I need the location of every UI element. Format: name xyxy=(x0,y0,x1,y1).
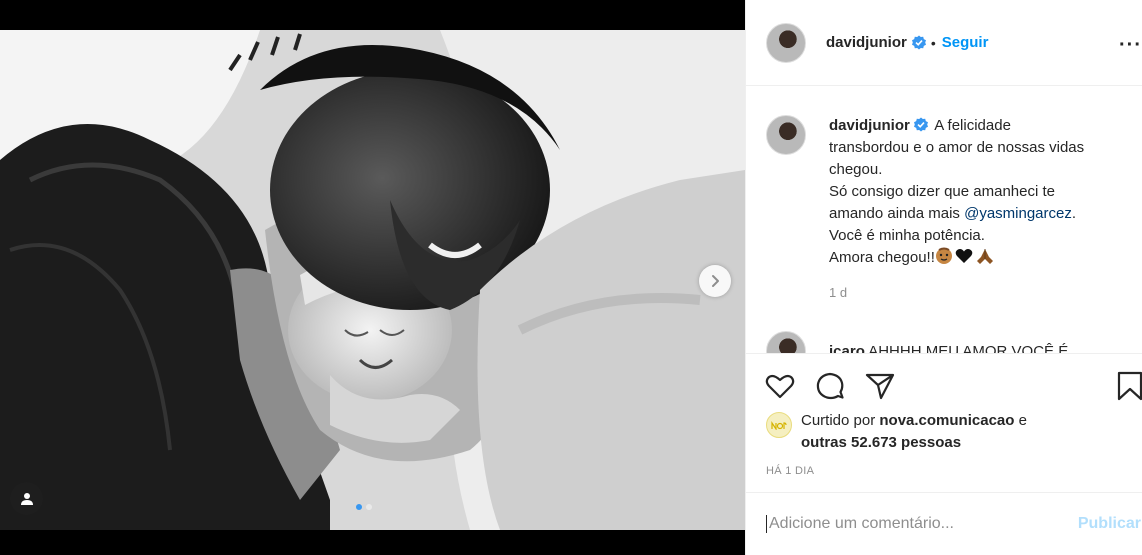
more-options-icon[interactable]: ··· xyxy=(1119,34,1142,57)
likes-text: Curtido por nova.comunicacao e outras 52… xyxy=(801,410,1027,454)
caption: davidjunior A felicidade transbordou e o… xyxy=(746,87,1142,304)
liker-logo-icon xyxy=(771,421,787,430)
post-header: davidjunior • Seguir ··· xyxy=(746,0,1142,86)
bookmark-icon[interactable] xyxy=(1114,370,1142,402)
black-heart-emoji-icon xyxy=(955,249,973,263)
mention-link[interactable]: @yasmingarcez xyxy=(964,205,1072,222)
caption-text: Amora chegou!! xyxy=(829,249,935,266)
carousel-dot xyxy=(366,504,372,510)
likes-prefix: Curtido por xyxy=(801,412,876,429)
verified-badge-icon xyxy=(911,35,926,49)
baby-emoji-icon xyxy=(935,247,952,264)
commenter-username[interactable]: icaro xyxy=(829,343,865,354)
liker-username[interactable]: nova.comunicacao xyxy=(879,412,1014,429)
comment-form: Publicar xyxy=(746,492,1142,555)
commenter-avatar[interactable] xyxy=(766,331,806,353)
caption-line: chegou. xyxy=(829,161,883,178)
follow-button[interactable]: Seguir xyxy=(942,34,989,51)
caption-body: davidjunior A felicidade transbordou e o… xyxy=(829,115,1084,304)
likes-count-link[interactable]: outras 52.673 pessoas xyxy=(801,434,961,451)
post-media xyxy=(0,0,745,555)
photo-illustration xyxy=(0,30,745,530)
carousel-dot-active xyxy=(356,504,362,510)
tagged-users-button[interactable] xyxy=(10,482,43,515)
caption-author-avatar[interactable] xyxy=(766,115,806,155)
caption-line: transbordou e o amor de nossas vidas xyxy=(829,139,1085,156)
praying-hands-emoji-icon xyxy=(976,249,993,264)
caption-line: Você é minha potência. xyxy=(829,227,985,244)
comments-list[interactable]: davidjunior A felicidade transbordou e o… xyxy=(746,87,1142,353)
caption-timestamp[interactable]: 1 d xyxy=(829,282,1084,304)
comment-item: icaro AHHHH MEU AMOR VOCÊ É xyxy=(746,304,1142,353)
likes-conjunction: e xyxy=(1018,412,1027,429)
caption-text: . xyxy=(1071,205,1077,222)
liker-avatar[interactable] xyxy=(766,412,792,438)
comment-icon[interactable] xyxy=(814,370,846,402)
caption-line: A felicidade xyxy=(934,117,1011,134)
author-avatar[interactable] xyxy=(766,22,806,63)
comment-input[interactable] xyxy=(766,515,1068,533)
chevron-right-icon xyxy=(712,275,719,287)
caption-line: Amora chegou!! xyxy=(829,247,1084,269)
caption-line: Só consigo dizer que amanheci te xyxy=(829,183,1055,200)
header-separator: • xyxy=(930,34,936,51)
carousel-next-button[interactable] xyxy=(699,265,731,297)
post-timestamp[interactable]: HÁ 1 DIA xyxy=(766,465,814,477)
share-icon[interactable] xyxy=(864,370,896,402)
post-sidebar: davidjunior • Seguir ··· davidjunior A f… xyxy=(745,0,1142,555)
author-username[interactable]: davidjunior xyxy=(826,34,907,51)
publish-button[interactable]: Publicar xyxy=(1078,515,1142,533)
comment-body: AHHHH MEU AMOR VOCÊ É xyxy=(868,342,1069,354)
comment-text: icaro AHHHH MEU AMOR VOCÊ É xyxy=(829,343,1068,354)
post-photo[interactable] xyxy=(0,30,745,530)
caption-text: amando ainda mais xyxy=(829,205,960,222)
carousel-indicator xyxy=(356,504,372,510)
caption-author-username[interactable]: davidjunior xyxy=(829,117,910,134)
verified-badge-icon xyxy=(913,117,928,132)
likes-summary: Curtido por nova.comunicacao e outras 52… xyxy=(766,410,1027,454)
action-bar xyxy=(746,353,1142,413)
user-icon xyxy=(20,492,33,505)
heart-icon[interactable] xyxy=(764,370,796,402)
caption-line: amando ainda mais @yasmingarcez. xyxy=(829,203,1084,225)
